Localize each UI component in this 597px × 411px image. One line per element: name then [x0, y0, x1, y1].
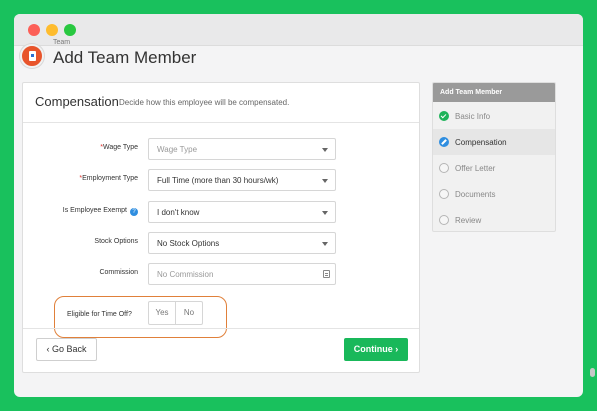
- exempt-row: Is Employee Exempt? I don't know: [23, 201, 421, 223]
- wage-type-label: *Wage Type: [100, 144, 138, 151]
- stock-options-label: Stock Options: [94, 238, 138, 245]
- employment-type-label: *Employment Type: [79, 175, 138, 182]
- chevron-down-icon: [322, 211, 328, 215]
- commission-label: Commission: [99, 269, 138, 276]
- time-off-no-button[interactable]: No: [175, 301, 203, 325]
- exempt-label-text: Is Employee Exempt: [62, 207, 127, 214]
- compensation-card: Compensation Decide how this employee wi…: [22, 82, 420, 373]
- time-off-label: Eligible for Time Off?: [67, 311, 132, 318]
- empty-circle-icon: [439, 215, 449, 225]
- maximize-window-button[interactable]: [64, 24, 76, 36]
- minimize-window-button[interactable]: [46, 24, 58, 36]
- empty-circle-icon: [439, 189, 449, 199]
- check-circle-icon: [439, 111, 449, 121]
- employment-type-value: Full Time (more than 30 hours/wk): [157, 176, 279, 185]
- chevron-down-icon: [322, 148, 328, 152]
- chevron-down-icon: [322, 242, 328, 246]
- stock-options-select[interactable]: No Stock Options: [148, 232, 336, 254]
- scrollbar-thumb[interactable]: [590, 368, 595, 377]
- wage-type-label-text: Wage Type: [102, 144, 138, 151]
- chevron-down-icon: [322, 179, 328, 183]
- wage-type-select[interactable]: Wage Type: [148, 138, 336, 160]
- exempt-value: I don't know: [157, 208, 200, 217]
- card-header: Compensation Decide how this employee wi…: [23, 83, 419, 123]
- step-compensation[interactable]: Compensation: [433, 129, 555, 155]
- empty-circle-icon: [439, 163, 449, 173]
- step-label: Documents: [455, 190, 496, 199]
- commission-placeholder: No Commission: [157, 270, 214, 279]
- card-title: Compensation: [35, 94, 119, 109]
- calculator-icon[interactable]: [323, 270, 330, 278]
- page-subtitle: Team: [53, 39, 71, 46]
- company-logo-icon: [20, 44, 44, 68]
- progress-sidebar: Add Team Member Basic Info Compensation …: [432, 82, 556, 232]
- step-offer-letter[interactable]: Offer Letter: [433, 155, 555, 181]
- help-icon[interactable]: ?: [130, 208, 138, 216]
- wage-type-row: *Wage Type Wage Type: [23, 138, 421, 160]
- sidebar-title: Add Team Member: [433, 83, 555, 102]
- page-title: Add Team Member: [53, 48, 197, 67]
- exempt-select[interactable]: I don't know: [148, 201, 336, 223]
- stock-options-value: No Stock Options: [157, 239, 220, 248]
- commission-input[interactable]: No Commission: [148, 263, 336, 285]
- step-label: Review: [455, 216, 482, 225]
- pencil-circle-icon: [439, 137, 449, 147]
- step-review[interactable]: Review: [433, 207, 555, 231]
- employment-type-row: *Employment Type Full Time (more than 30…: [23, 169, 421, 191]
- close-window-button[interactable]: [28, 24, 40, 36]
- card-footer-divider: [23, 328, 419, 329]
- step-basic-info[interactable]: Basic Info: [433, 103, 555, 129]
- go-back-button[interactable]: ‹ Go Back: [36, 338, 97, 361]
- card-description: Decide how this employee will be compens…: [119, 98, 290, 107]
- step-label: Basic Info: [455, 112, 491, 121]
- wage-type-placeholder: Wage Type: [157, 145, 198, 154]
- exempt-label: Is Employee Exempt?: [63, 207, 138, 216]
- step-label: Offer Letter: [455, 164, 496, 173]
- continue-button[interactable]: Continue ›: [344, 338, 408, 361]
- step-documents[interactable]: Documents: [433, 181, 555, 207]
- title-bar: [14, 14, 583, 46]
- time-off-yes-button[interactable]: Yes: [148, 301, 176, 325]
- stock-options-row: Stock Options No Stock Options: [23, 232, 421, 254]
- employment-type-label-text: Employment Type: [82, 175, 138, 182]
- employment-type-select[interactable]: Full Time (more than 30 hours/wk): [148, 169, 336, 191]
- step-label: Compensation: [455, 138, 507, 147]
- commission-row: Commission No Commission: [23, 263, 421, 285]
